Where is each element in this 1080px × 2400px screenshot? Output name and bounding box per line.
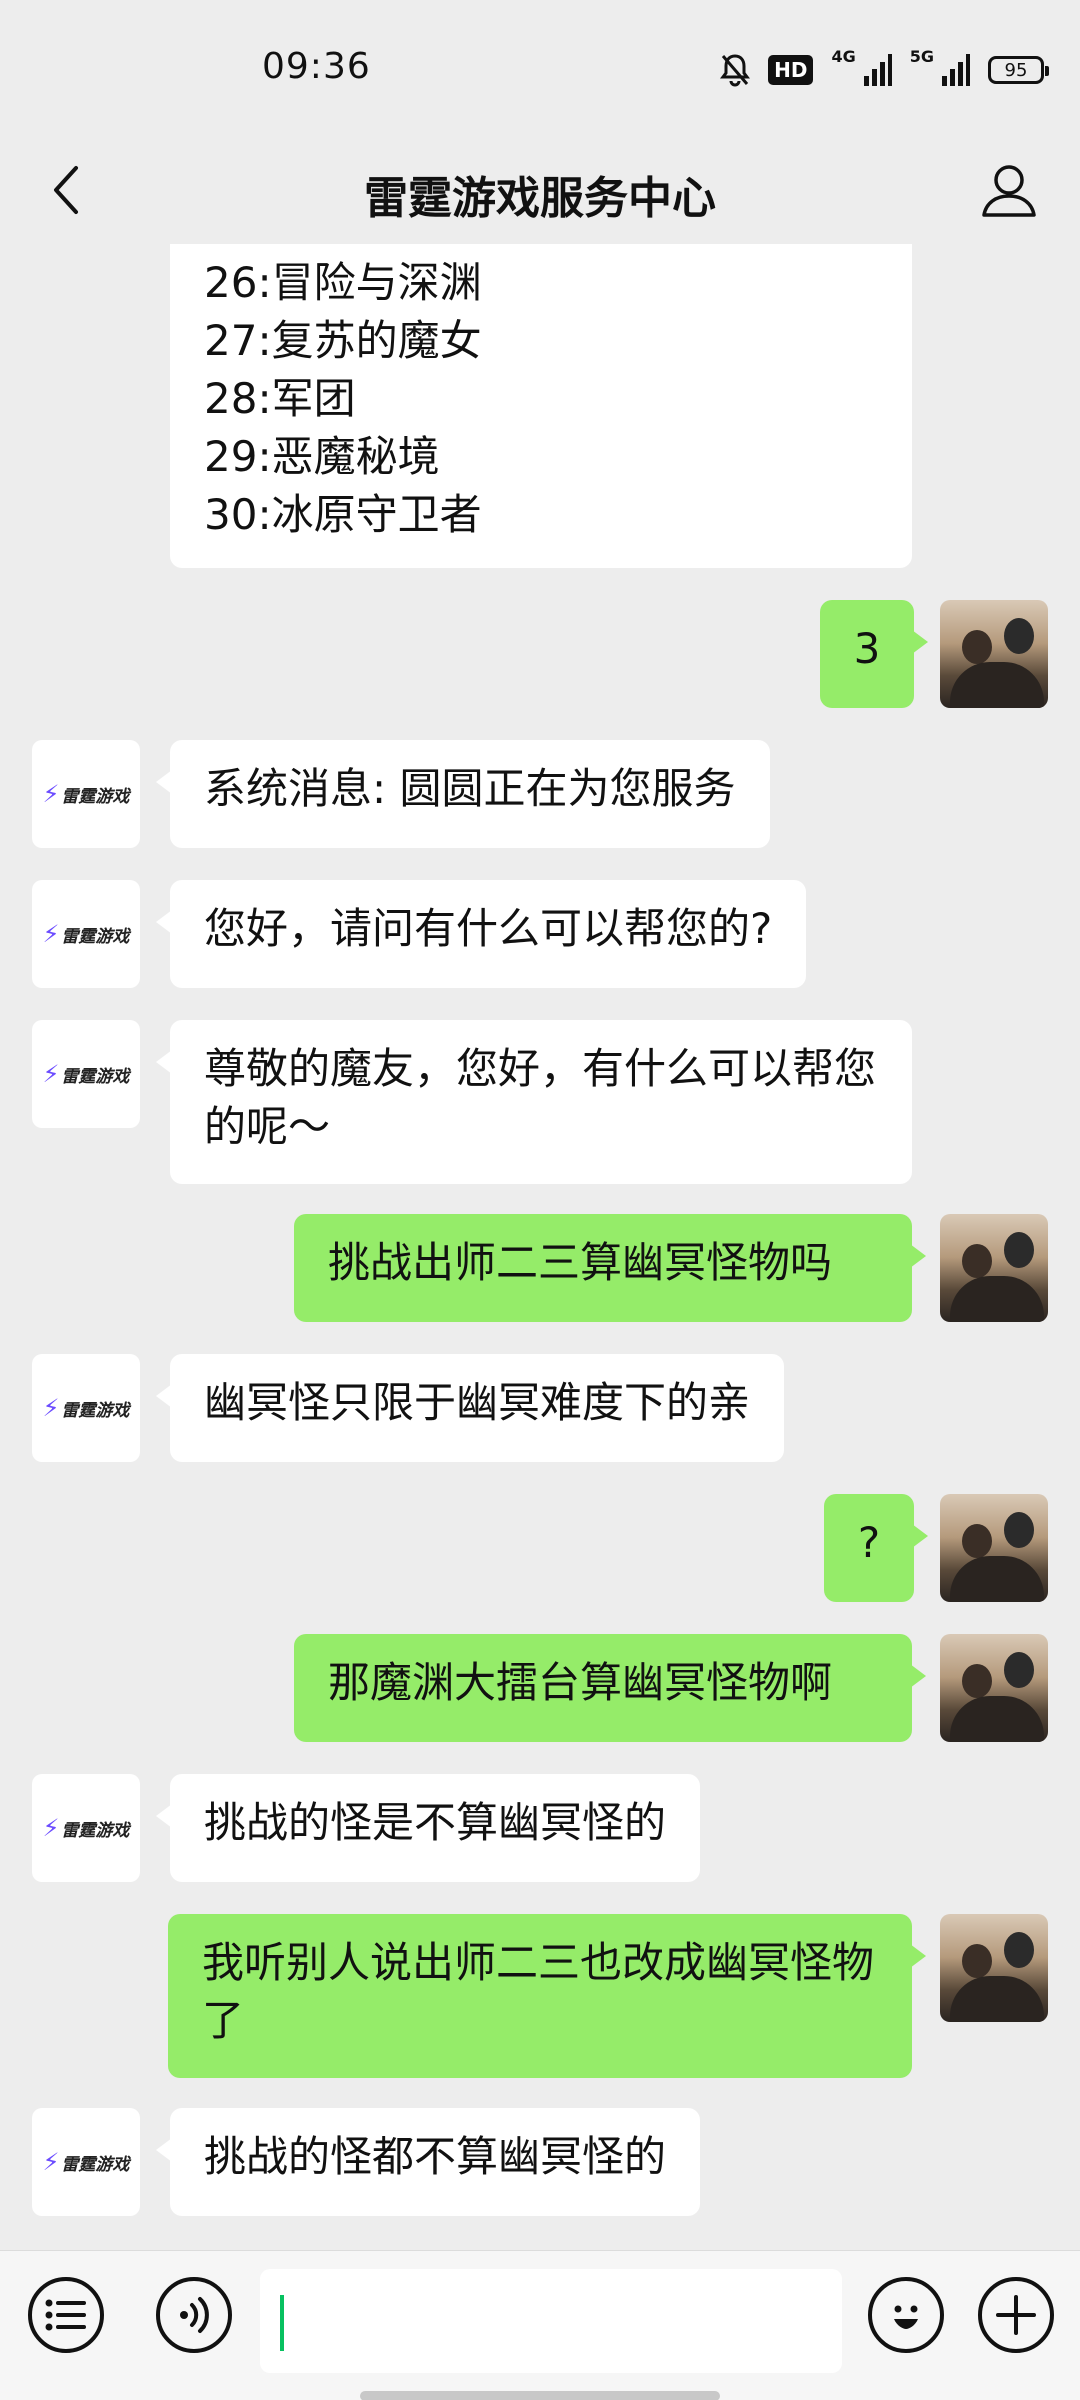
bot-avatar-label: 雷霆游戏 xyxy=(61,926,130,947)
message-bubble-incoming[interactable]: 系统消息: 圆圆正在为您服务 xyxy=(156,740,770,848)
message-bubble-outgoing[interactable]: 我听别人说出师二三也改成幽冥怪物了 xyxy=(168,1914,926,2078)
status-bar: 09:36 HD 4G 5G 95 xyxy=(0,0,1080,140)
input-bar xyxy=(0,2250,1080,2400)
battery-level: 95 xyxy=(1004,59,1028,81)
plus-button[interactable] xyxy=(978,2277,1054,2353)
mute-bell-icon xyxy=(720,52,751,88)
user-avatar[interactable] xyxy=(940,1494,1048,1602)
message-bubble-outgoing[interactable]: ? xyxy=(824,1494,928,1602)
bot-avatar-label: 雷霆游戏 xyxy=(61,2154,130,2175)
lightning-icon: ⚡ xyxy=(42,1394,60,1422)
message-bubble-incoming[interactable]: 挑战的怪都不算幽冥怪的 xyxy=(155,2108,701,2216)
message-bubble-incoming[interactable]: 尊敬的魔友，您好，有什么可以帮您的呢～ xyxy=(156,1020,912,1184)
menu-button[interactable] xyxy=(28,2277,104,2353)
bot-avatar-label: 雷霆游戏 xyxy=(61,1066,130,1087)
hd-badge: HD xyxy=(768,55,814,85)
profile-button[interactable] xyxy=(964,150,1054,230)
chat-header: 雷霆游戏服务中心 xyxy=(0,140,1080,244)
lightning-icon: ⚡ xyxy=(42,2148,60,2176)
voice-button[interactable] xyxy=(156,2277,232,2353)
message-bubble-incoming[interactable]: 您好，请问有什么可以帮您的? xyxy=(155,880,807,988)
bot-avatar[interactable]: ⚡ 雷霆游戏 xyxy=(32,740,140,848)
message-bubble-outgoing[interactable]: 3 xyxy=(820,600,928,708)
message-list[interactable]: 26:冒险与深渊 27:复苏的魔女 28:军团 29:恶魔秘境 30:冰原守卫者… xyxy=(0,244,1080,2250)
plus-icon xyxy=(996,2295,1036,2335)
list-line: 28:军团 xyxy=(204,374,356,423)
chat-title: 雷霆游戏服务中心 xyxy=(364,173,716,224)
bot-avatar[interactable]: ⚡ 雷霆游戏 xyxy=(32,1020,140,1128)
voice-icon xyxy=(180,2297,209,2333)
bot-avatar[interactable]: ⚡ 雷霆游戏 xyxy=(32,2108,140,2216)
signal-icon-2 xyxy=(942,52,970,88)
list-line: 29:恶魔秘境 xyxy=(204,432,440,481)
lightning-icon: ⚡ xyxy=(42,920,60,948)
bot-avatar-label: 雷霆游戏 xyxy=(61,786,130,807)
battery-icon: 95 xyxy=(988,56,1049,84)
network-5g-label: 5G xyxy=(909,47,934,66)
list-menu-icon xyxy=(45,2299,86,2331)
lightning-icon: ⚡ xyxy=(42,1814,60,1842)
person-icon xyxy=(982,165,1036,217)
signal-icon xyxy=(863,52,892,88)
network-4g-label: 4G xyxy=(831,47,856,66)
chevron-left-icon xyxy=(54,166,78,214)
emoji-icon xyxy=(894,2305,918,2329)
message-input[interactable] xyxy=(260,2269,842,2373)
message-bubble-incoming[interactable]: 26:冒险与深渊 27:复苏的魔女 28:军团 29:恶魔秘境 30:冰原守卫者 xyxy=(170,244,912,568)
text-caret xyxy=(280,2295,284,2351)
lightning-icon: ⚡ xyxy=(42,1060,60,1088)
user-avatar[interactable] xyxy=(940,1914,1048,2022)
bot-avatar-label: 雷霆游戏 xyxy=(61,1400,130,1421)
back-button[interactable] xyxy=(26,150,106,230)
bot-avatar-label: 雷霆游戏 xyxy=(61,1820,130,1841)
message-bubble-incoming[interactable]: 幽冥怪只限于幽冥难度下的亲 xyxy=(155,1354,785,1462)
list-line: 27:复苏的魔女 xyxy=(204,316,482,365)
status-icons: HD 4G 5G 95 xyxy=(720,47,1049,90)
user-avatar[interactable] xyxy=(940,600,1048,708)
user-avatar[interactable] xyxy=(940,1634,1048,1742)
message-bubble-incoming[interactable]: 挑战的怪是不算幽冥怪的 xyxy=(155,1774,701,1882)
message-bubble-outgoing[interactable]: 挑战出师二三算幽冥怪物吗 xyxy=(294,1214,926,1322)
status-time: 09:36 xyxy=(262,46,371,87)
home-indicator[interactable] xyxy=(360,2391,720,2400)
emoji-button[interactable] xyxy=(868,2277,944,2353)
list-line: 30:冰原守卫者 xyxy=(204,490,482,539)
bot-avatar[interactable]: ⚡ 雷霆游戏 xyxy=(32,880,140,988)
user-avatar[interactable] xyxy=(940,1214,1048,1322)
bot-avatar[interactable]: ⚡ 雷霆游戏 xyxy=(32,1774,140,1882)
lightning-icon: ⚡ xyxy=(42,780,60,808)
message-bubble-outgoing[interactable]: 那魔渊大擂台算幽冥怪物啊 xyxy=(294,1634,926,1742)
list-line: 26:冒险与深渊 xyxy=(204,258,482,307)
bot-avatar[interactable]: ⚡ 雷霆游戏 xyxy=(32,1354,140,1462)
